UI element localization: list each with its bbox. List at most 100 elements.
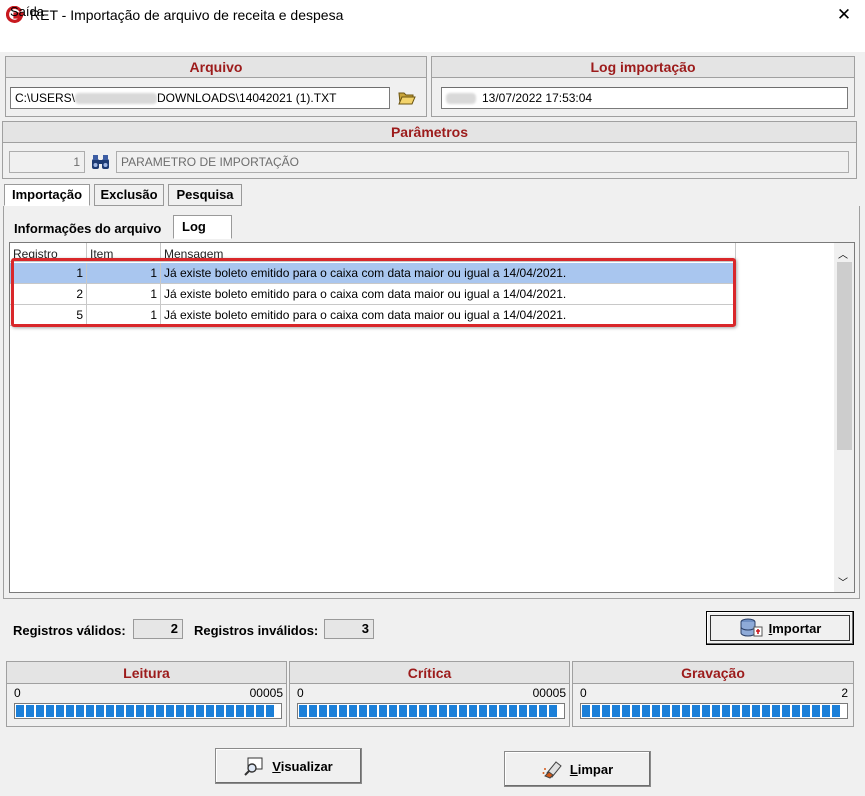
progress-block: [682, 705, 690, 717]
progress-block: [359, 705, 367, 717]
progress-gravacao-title: Gravação: [573, 662, 853, 684]
progress-block: [146, 705, 154, 717]
parametro-description-field[interactable]: PARAMETRO DE IMPORTAÇÃO: [116, 151, 849, 173]
progress-block: [642, 705, 650, 717]
invalidos-label: Registros inválidos:: [194, 623, 319, 638]
tab-importacao[interactable]: Importação: [4, 184, 90, 206]
parametros-header: Parâmetros: [2, 121, 857, 143]
menu-item-saida[interactable]: Saída: [10, 4, 44, 19]
progress-block: [246, 705, 254, 717]
progress-block: [429, 705, 437, 717]
progress-critica: Crítica 0 00005: [289, 661, 570, 727]
progress-block: [299, 705, 307, 717]
progress-critica-min: 0: [297, 686, 304, 700]
binoculars-icon[interactable]: [91, 153, 110, 171]
progress-block: [399, 705, 407, 717]
tab-log[interactable]: Log: [173, 215, 232, 239]
limpar-button[interactable]: Limpar: [504, 751, 651, 787]
log-timestamp: 13/07/2022 17:53:04: [482, 91, 593, 105]
redacted-user: [446, 93, 476, 105]
progress-block: [459, 705, 467, 717]
file-path-field[interactable]: C:\USERS\ DOWNLOADS\14042021 (1).TXT: [10, 87, 390, 109]
progress-block: [622, 705, 630, 717]
file-path-prefix: C:\USERS\: [15, 91, 76, 105]
progress-block: [369, 705, 377, 717]
scroll-down-arrow-icon[interactable]: ﹀: [838, 574, 848, 589]
progress-block: [529, 705, 537, 717]
importar-button[interactable]: Importar: [706, 611, 854, 645]
progress-block: [832, 705, 840, 717]
log-importacao-header: Log importação: [431, 56, 855, 78]
progress-block: [652, 705, 660, 717]
tab-exclusao[interactable]: Exclusão: [94, 184, 164, 206]
progress-block: [742, 705, 750, 717]
progress-block: [582, 705, 590, 717]
progress-block: [592, 705, 600, 717]
progress-block: [389, 705, 397, 717]
progress-block: [539, 705, 547, 717]
progress-critica-title: Crítica: [290, 662, 569, 684]
progress-block: [349, 705, 357, 717]
progress-block: [329, 705, 337, 717]
progress-block: [782, 705, 790, 717]
progress-block: [712, 705, 720, 717]
progress-gravacao-min: 0: [580, 686, 587, 700]
progress-block: [612, 705, 620, 717]
progress-block: [732, 705, 740, 717]
progress-block: [419, 705, 427, 717]
validos-count: 2: [133, 619, 183, 639]
progress-block: [96, 705, 104, 717]
progress-block: [822, 705, 830, 717]
progress-block: [226, 705, 234, 717]
progress-block: [16, 705, 24, 717]
progress-block: [692, 705, 700, 717]
log-timestamp-field[interactable]: 13/07/2022 17:53:04: [441, 87, 848, 109]
menu-bar: [0, 30, 865, 52]
open-folder-icon[interactable]: [398, 90, 416, 106]
close-button[interactable]: ✕: [828, 2, 860, 28]
progress-block: [439, 705, 447, 717]
progress-block: [176, 705, 184, 717]
progress-block: [499, 705, 507, 717]
progress-block: [449, 705, 457, 717]
tab-informacoes-arquivo[interactable]: Informações do arquivo: [10, 218, 173, 239]
progress-block: [66, 705, 74, 717]
progress-block: [319, 705, 327, 717]
progress-block: [379, 705, 387, 717]
progress-block: [509, 705, 517, 717]
progress-block: [409, 705, 417, 717]
progress-block: [46, 705, 54, 717]
progress-block: [309, 705, 317, 717]
annotation-highlight-box: [11, 258, 736, 327]
progress-block: [662, 705, 670, 717]
progress-block: [206, 705, 214, 717]
scrollbar-thumb[interactable]: [837, 262, 852, 450]
progress-block: [489, 705, 497, 717]
database-import-icon: [740, 618, 763, 637]
progress-block: [86, 705, 94, 717]
arquivo-header: Arquivo: [5, 56, 427, 78]
visualizar-button[interactable]: Visualizar: [215, 748, 362, 784]
progress-block: [802, 705, 810, 717]
progress-block: [266, 705, 274, 717]
progress-block: [772, 705, 780, 717]
progress-block: [116, 705, 124, 717]
progress-leitura-title: Leitura: [7, 662, 286, 684]
progress-block: [126, 705, 134, 717]
file-path-suffix: DOWNLOADS\14042021 (1).TXT: [157, 91, 337, 105]
progress-block: [256, 705, 264, 717]
tab-pesquisa[interactable]: Pesquisa: [168, 184, 242, 206]
progress-gravacao: Gravação 0 2: [572, 661, 854, 727]
progress-block: [812, 705, 820, 717]
progress-critica-max: 00005: [532, 686, 566, 700]
visualizar-label: Visualizar: [272, 758, 333, 774]
progress-block: [76, 705, 84, 717]
progress-block: [519, 705, 527, 717]
redacted-username: [75, 93, 158, 105]
limpar-label: Limpar: [569, 761, 614, 777]
scroll-up-arrow-icon[interactable]: ︿: [838, 246, 848, 261]
progress-gravacao-bar: [580, 703, 848, 719]
invalidos-count: 3: [324, 619, 374, 639]
progress-block: [186, 705, 194, 717]
parametro-code-field[interactable]: 1: [9, 151, 85, 173]
